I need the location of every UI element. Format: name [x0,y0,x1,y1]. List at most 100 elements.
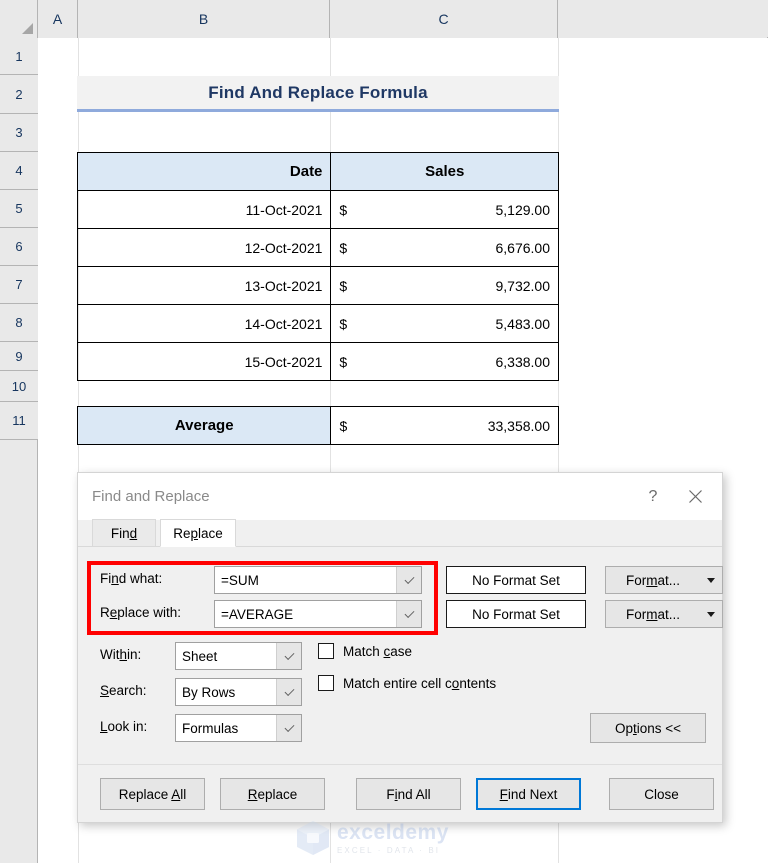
table-row[interactable]: 15-Oct-2021 $ 6,338.00 [76,342,559,381]
cell-date[interactable]: 11-Oct-2021 [76,190,332,229]
cube-logo-icon [296,820,330,856]
caret-down-icon[interactable] [700,577,722,583]
chevron-down-icon[interactable] [276,715,301,741]
watermark-name: exceldemy [337,821,449,844]
table-row[interactable]: 11-Oct-2021 $ 5,129.00 [76,190,559,229]
cell-sales[interactable]: $ 6,338.00 [330,342,559,381]
help-icon[interactable]: ? [632,478,674,516]
row-header-8[interactable]: 8 [0,304,38,342]
match-entire-cell-checkbox[interactable] [318,675,334,691]
cell-date[interactable]: 12-Oct-2021 [76,228,332,267]
currency-symbol: $ [339,239,348,256]
match-entire-cell-checkbox-row[interactable]: Match entire cell contents [318,675,496,691]
column-header-b[interactable]: B [78,0,330,38]
row-header-10[interactable]: 10 [0,371,38,402]
currency-symbol: $ [339,277,348,294]
within-value: Sheet [182,648,218,664]
cell-date[interactable]: 14-Oct-2021 [76,304,332,343]
look-in-select[interactable]: Formulas [175,714,302,742]
replace-format-button[interactable]: Format... [605,600,723,628]
chevron-down-icon[interactable] [276,643,301,669]
table-row[interactable]: 12-Oct-2021 $ 6,676.00 [76,228,559,267]
row-header-7[interactable]: 7 [0,266,38,304]
chevron-down-icon[interactable] [276,679,301,705]
find-next-button-label: Find Next [499,786,558,802]
currency-symbol: $ [339,353,348,370]
sales-amount: 9,732.00 [495,277,551,294]
look-in-label: Look in: [100,719,148,734]
table-row[interactable]: 14-Oct-2021 $ 5,483.00 [76,304,559,343]
page-title: Find And Replace Formula [208,82,428,102]
dialog-footer: Replace All Replace Find All Find Next C… [78,764,722,822]
row-header-6[interactable]: 6 [0,228,38,266]
replace-with-input[interactable]: =AVERAGE [214,600,422,628]
find-format-button[interactable]: Format... [605,566,723,594]
find-what-label: Find what: [100,571,163,586]
average-summary-table: Average $ 33,358.00 [76,406,559,445]
cell-sales[interactable]: $ 5,483.00 [330,304,559,343]
find-and-replace-dialog: Find and Replace ? Find Replace Find wha… [77,472,723,823]
search-value: By Rows [182,684,236,700]
tab-find-label: Find [110,525,138,541]
close-button-label: Close [644,786,679,802]
table-row[interactable]: 13-Oct-2021 $ 9,732.00 [76,266,559,305]
tab-find[interactable]: Find [92,519,156,547]
close-icon[interactable] [674,478,716,516]
row-header-4[interactable]: 4 [0,152,38,190]
replace-with-label: Replace with: [100,605,182,620]
cell-sales[interactable]: $ 5,129.00 [330,190,559,229]
match-case-checkbox-row[interactable]: Match case [318,643,412,659]
column-header-date: Date [76,152,332,191]
sheet-title-banner: Find And Replace Formula [77,76,559,112]
within-select[interactable]: Sheet [175,642,302,670]
sales-amount: 6,338.00 [495,353,551,370]
replace-all-button[interactable]: Replace All [100,778,205,810]
find-next-button[interactable]: Find Next [476,778,581,810]
cell-average-value[interactable]: $ 33,358.00 [330,406,559,445]
average-amount: 33,358.00 [487,417,550,434]
sales-amount: 5,129.00 [495,201,551,218]
options-button-label: Options << [614,720,682,736]
within-label: Within: [100,647,142,662]
replace-button[interactable]: Replace [220,778,325,810]
dialog-tab-strip: Find Replace [78,519,722,547]
chevron-down-icon[interactable] [396,567,421,593]
match-entire-cell-label: Match entire cell contents [343,675,497,691]
row-header-9[interactable]: 9 [0,342,38,371]
replace-button-label: Replace [247,786,298,802]
summary-row[interactable]: Average $ 33,358.00 [76,406,559,445]
find-all-button[interactable]: Find All [356,778,461,810]
close-button[interactable]: Close [609,778,714,810]
find-format-button-label: Format... [625,572,680,588]
select-all-corner[interactable] [0,0,38,38]
cell-date[interactable]: 15-Oct-2021 [76,342,332,381]
find-all-button-label: Find All [386,786,431,802]
row-header-3[interactable]: 3 [0,114,38,152]
row-header-1[interactable]: 1 [0,38,38,75]
row-header-11[interactable]: 11 [0,402,38,440]
replace-format-preview: No Format Set [446,600,586,628]
cell-date[interactable]: 13-Oct-2021 [76,266,332,305]
chevron-down-icon[interactable] [396,601,421,627]
row-header-5[interactable]: 5 [0,190,38,228]
options-button[interactable]: Options << [590,713,706,743]
sales-amount: 5,483.00 [495,315,551,332]
dialog-title-bar[interactable]: Find and Replace ? [78,473,722,520]
average-label: Average [76,406,332,445]
search-select[interactable]: By Rows [175,678,302,706]
caret-down-icon[interactable] [700,611,722,617]
column-header-c[interactable]: C [330,0,558,38]
dialog-body: Find what: =SUM No Format Set Format... … [78,547,723,792]
column-header-a[interactable]: A [38,0,78,38]
cell-sales[interactable]: $ 9,732.00 [330,266,559,305]
find-what-input[interactable]: =SUM [214,566,422,594]
watermark-text: exceldemy EXCEL · DATA · BI [337,821,449,855]
cell-sales[interactable]: $ 6,676.00 [330,228,559,267]
tab-replace[interactable]: Replace [160,519,236,547]
match-case-checkbox[interactable] [318,643,334,659]
tab-replace-label: Replace [173,525,223,541]
column-header-d[interactable] [558,0,767,38]
table-header-row: Date Sales [76,152,559,191]
row-header-2[interactable]: 2 [0,75,38,114]
search-label: Search: [100,683,147,698]
